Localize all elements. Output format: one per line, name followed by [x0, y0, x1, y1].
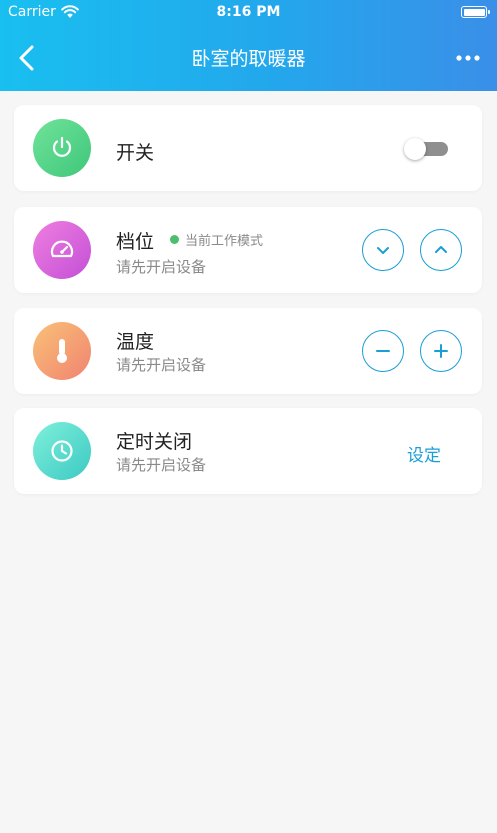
clock-icon-badge	[33, 422, 91, 480]
header: Carrier 8:16 PM 卧室的取暖器	[0, 0, 497, 91]
temperature-subtitle: 请先开启设备	[116, 356, 207, 374]
timer-card: 定时关闭 请先开启设备 设定	[14, 408, 482, 494]
plus-icon	[434, 344, 448, 358]
nav-bar: 卧室的取暖器	[0, 26, 497, 91]
temperature-increase-button[interactable]	[420, 330, 462, 372]
mode-status-dot	[170, 235, 179, 244]
more-button[interactable]	[453, 48, 483, 68]
gear-down-button[interactable]	[362, 229, 404, 271]
chevron-up-icon	[435, 246, 447, 253]
timer-title: 定时关闭	[116, 431, 193, 453]
temperature-title: 温度	[116, 331, 155, 353]
timer-set-button[interactable]: 设定	[407, 441, 441, 466]
power-toggle[interactable]	[404, 138, 448, 160]
thermometer-icon-badge	[33, 322, 91, 380]
temperature-card: 温度 请先开启设备	[14, 308, 482, 394]
gauge-icon-badge	[33, 221, 91, 279]
status-bar: Carrier 8:16 PM	[0, 0, 497, 26]
battery-icon	[461, 6, 490, 18]
thermometer-icon	[57, 339, 67, 363]
clock-icon	[51, 440, 73, 462]
power-icon-badge	[33, 119, 91, 177]
chevron-down-icon	[377, 247, 389, 254]
page-title: 卧室的取暖器	[191, 48, 306, 70]
mode-tag: 当前工作模式	[170, 230, 263, 249]
toggle-knob	[404, 138, 426, 160]
status-time: 8:16 PM	[216, 4, 281, 20]
gear-card: 档位 当前工作模式 请先开启设备	[14, 207, 482, 293]
power-title: 开关	[116, 142, 155, 164]
gear-up-button[interactable]	[420, 229, 462, 271]
power-card: 开关	[14, 105, 482, 191]
power-icon	[52, 136, 72, 157]
timer-subtitle: 请先开启设备	[116, 456, 207, 474]
gear-title: 档位	[116, 231, 155, 253]
gauge-icon	[50, 240, 74, 258]
gear-subtitle: 请先开启设备	[116, 258, 207, 276]
temperature-decrease-button[interactable]	[362, 330, 404, 372]
mode-tag-label: 当前工作模式	[185, 234, 264, 249]
minus-icon	[376, 350, 390, 352]
